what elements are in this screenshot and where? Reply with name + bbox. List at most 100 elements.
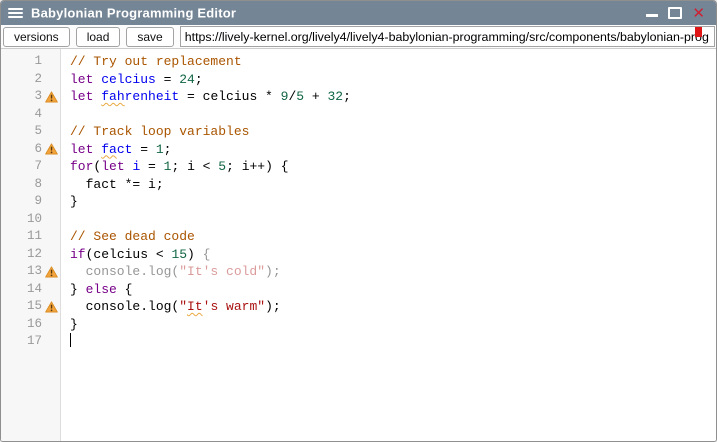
url-input[interactable]: [180, 26, 715, 47]
gutter-warning-slot: [42, 246, 61, 264]
code-token: fact *= i;: [70, 177, 164, 192]
code-token: {: [203, 247, 211, 262]
load-button[interactable]: load: [76, 27, 121, 47]
code-line[interactable]: 2 let celcius = 24;: [1, 71, 716, 89]
gutter-warning-slot: [42, 123, 61, 141]
line-number: 11: [1, 228, 42, 246]
code-token: 1: [156, 142, 164, 157]
code-token: 32: [328, 89, 344, 104]
code-token: ; i <: [171, 159, 218, 174]
code-line[interactable]: 8 fact *= i;: [1, 176, 716, 194]
code-line[interactable]: 3let fahrenheit = celcius * 9/5 + 32;: [1, 88, 716, 106]
code-token: "It's cold": [179, 264, 265, 279]
code-token: (celcius <: [86, 247, 172, 262]
window-title: Babylonian Programming Editor: [31, 5, 236, 20]
warning-icon[interactable]: [45, 301, 58, 313]
versions-button[interactable]: versions: [3, 27, 70, 47]
code-text: // See dead code: [61, 228, 195, 246]
code-token: );: [265, 299, 281, 314]
code-token: let: [70, 142, 93, 157]
hamburger-menu-icon[interactable]: [8, 8, 23, 18]
gutter-warning-slot: [42, 298, 61, 316]
code-token: ; i++) {: [226, 159, 288, 174]
code-token: for: [70, 159, 93, 174]
code-token: =: [156, 72, 179, 87]
code-line[interactable]: 14 } else {: [1, 281, 716, 299]
code-token: console.log(: [70, 264, 179, 279]
code-text: console.log("It's cold");: [61, 263, 281, 281]
warning-icon[interactable]: [45, 143, 58, 155]
warning-icon[interactable]: [45, 266, 58, 278]
gutter-warning-slot: [42, 176, 61, 194]
line-number: 6: [1, 141, 42, 159]
code-token: 's warm": [203, 299, 265, 314]
code-line[interactable]: 12if(celcius < 15) {: [1, 246, 716, 264]
code-line[interactable]: 4: [1, 106, 716, 124]
gutter-warning-slot: [42, 281, 61, 299]
code-line[interactable]: 16}: [1, 316, 716, 334]
gutter-warning-slot: [42, 158, 61, 176]
code-line[interactable]: 7for(let i = 1; i < 5; i++) {: [1, 158, 716, 176]
line-number: 8: [1, 176, 42, 194]
code-line[interactable]: 17: [1, 333, 716, 351]
code-token: 24: [179, 72, 195, 87]
code-text: // Try out replacement: [61, 53, 242, 71]
code-line[interactable]: 10: [1, 211, 716, 229]
code-line[interactable]: 13 console.log("It's cold");: [1, 263, 716, 281]
code-token: celcius: [101, 72, 156, 87]
line-number: 1: [1, 53, 42, 71]
save-button[interactable]: save: [126, 27, 173, 47]
code-line[interactable]: 5// Track loop variables: [1, 123, 716, 141]
code-token: let: [70, 72, 93, 87]
code-token: // See dead code: [70, 229, 195, 244]
line-number: 3: [1, 88, 42, 106]
code-token: ;: [195, 72, 203, 87]
code-line[interactable]: 1 // Try out replacement: [1, 53, 716, 71]
line-number: 2: [1, 71, 42, 89]
close-icon[interactable]: ✕: [692, 6, 705, 20]
line-number: 16: [1, 316, 42, 334]
warning-icon[interactable]: [45, 91, 58, 103]
code-line[interactable]: 15 console.log("It's warm");: [1, 298, 716, 316]
line-number: 4: [1, 106, 42, 124]
line-number: 10: [1, 211, 42, 229]
code-token: let: [70, 89, 93, 104]
code-text: }: [61, 316, 78, 334]
code-token: console.log(: [70, 299, 179, 314]
code-text: } else {: [61, 281, 132, 299]
code-token: = celcius *: [179, 89, 280, 104]
gutter-warning-slot: [42, 193, 61, 211]
code-line[interactable]: 11 // See dead code: [1, 228, 716, 246]
code-token: // Try out replacement: [70, 54, 242, 69]
code-text: fact *= i;: [61, 176, 164, 194]
gutter-warning-slot: [42, 333, 61, 351]
code-text: let fact = 1;: [61, 141, 171, 159]
code-token: }: [70, 317, 78, 332]
gutter-warning-slot: [42, 211, 61, 229]
maximize-icon[interactable]: [668, 7, 682, 19]
toolbar: versions load save: [1, 25, 716, 49]
titlebar: Babylonian Programming Editor ✕: [1, 1, 716, 25]
code-token: else: [86, 282, 117, 297]
text-cursor: [70, 333, 71, 347]
code-token: It: [187, 299, 203, 314]
line-number: 9: [1, 193, 42, 211]
line-number: 5: [1, 123, 42, 141]
line-number: 7: [1, 158, 42, 176]
code-token: =: [132, 142, 155, 157]
gutter-warning-slot: [42, 141, 61, 159]
gutter-warning-slot: [42, 106, 61, 124]
line-number: 14: [1, 281, 42, 299]
code-line[interactable]: 9}: [1, 193, 716, 211]
minimize-icon[interactable]: [646, 14, 658, 17]
code-editor[interactable]: 1 // Try out replacement 2 let celcius = 24…: [1, 49, 716, 441]
code-line[interactable]: 6 let fact = 1;: [1, 141, 716, 159]
code-token: 15: [171, 247, 187, 262]
code-token: ": [179, 299, 187, 314]
gutter-warning-slot: [42, 88, 61, 106]
code-token: ct: [117, 142, 133, 157]
line-number: 12: [1, 246, 42, 264]
code-token: ;: [164, 142, 172, 157]
code-token: if: [70, 247, 86, 262]
gutter-warning-slot: [42, 316, 61, 334]
